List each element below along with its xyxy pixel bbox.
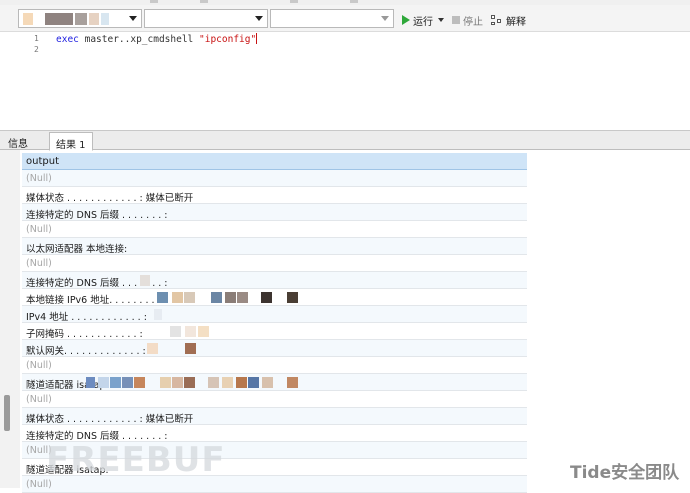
explain-label: 解释 <box>506 16 526 28</box>
redacted-block <box>208 377 219 388</box>
redacted-block <box>262 377 273 388</box>
explain-button[interactable]: 解释 <box>491 13 526 28</box>
table-row[interactable]: 连接特定的 DNS 后缀 . . . . . . . : <box>22 204 527 221</box>
table-row[interactable]: (Null) <box>22 357 527 374</box>
toolbar-separator <box>150 0 158 3</box>
redacted-block <box>110 377 121 388</box>
redacted-block <box>89 13 99 25</box>
redacted-block <box>198 326 209 337</box>
redacted-block <box>122 377 133 388</box>
scrollbar-thumb[interactable] <box>4 395 10 431</box>
table-row[interactable]: (Null) <box>22 221 527 238</box>
redacted-block <box>261 292 272 303</box>
redacted-block <box>140 275 150 286</box>
redacted-block <box>101 13 109 25</box>
redacted-block <box>185 326 196 337</box>
cell-text: 默认网关. . . . . . . . . . . . . : <box>26 346 146 357</box>
table-row[interactable]: (Null) <box>22 170 527 187</box>
table-row[interactable]: 媒体状态 . . . . . . . . . . . . : 媒体已断开 <box>22 187 527 204</box>
cell-text: 本地链接 IPv6 地址. . . . . . . . : <box>26 295 161 306</box>
code-line[interactable]: exec master..xp_cmdshell "ipconfig" <box>56 33 258 45</box>
run-button[interactable]: 运行 <box>402 13 444 28</box>
result-tabs: 信息 结果 1 <box>0 130 690 151</box>
redacted-block <box>211 292 222 303</box>
redacted-block <box>170 326 181 337</box>
table-row[interactable]: 子网掩码 . . . . . . . . . . . . : <box>22 323 527 340</box>
redacted-block <box>23 13 33 25</box>
text-cursor <box>256 33 258 44</box>
toolbar-separator <box>200 0 208 3</box>
redacted-block <box>172 377 183 388</box>
redacted-block <box>172 292 183 303</box>
schema-select[interactable] <box>270 9 394 28</box>
redacted-block <box>75 13 87 25</box>
redacted-block <box>157 292 168 303</box>
database-select[interactable] <box>144 9 268 28</box>
chevron-down-icon <box>255 16 263 21</box>
line-number: 2 <box>34 45 39 54</box>
table-row[interactable]: 默认网关. . . . . . . . . . . . . : <box>22 340 527 357</box>
redacted-block <box>236 377 247 388</box>
tab-info[interactable]: 信息 <box>2 132 34 151</box>
cell-text: 隧道适配器 isatap. <box>26 380 109 391</box>
redacted-block <box>147 343 158 354</box>
line-number: 1 <box>34 34 39 43</box>
redacted-block <box>287 377 298 388</box>
table-row[interactable]: (Null) <box>22 391 527 408</box>
watermark-freebuf: FREEBUF <box>46 440 226 480</box>
cell-text: IPv4 地址 . . . . . . . . . . . . : <box>26 312 147 323</box>
redacted-block <box>287 292 298 303</box>
redacted-block <box>98 377 109 388</box>
toolbar-separator <box>290 0 298 3</box>
table-row[interactable]: 媒体状态 . . . . . . . . . . . . : 媒体已断开 <box>22 408 527 425</box>
cell-text: 子网掩码 . . . . . . . . . . . . : <box>26 329 143 340</box>
play-icon <box>402 15 410 25</box>
explain-icon <box>491 14 503 26</box>
redacted-block <box>225 292 236 303</box>
watermark-tide: Tide安全团队 <box>570 463 680 483</box>
tab-result-1[interactable]: 结果 1 <box>49 132 93 151</box>
table-row[interactable]: IPv4 地址 . . . . . . . . . . . . : <box>22 306 527 323</box>
table-row[interactable]: 连接特定的 DNS 后缀 . . . . . . . : <box>22 272 527 289</box>
redacted-block <box>45 13 73 25</box>
table-row[interactable]: 以太网适配器 本地连接: <box>22 238 527 255</box>
redacted-block <box>86 377 95 388</box>
chevron-down-icon <box>129 16 137 21</box>
query-toolbar: 运行 停止 解释 <box>0 5 690 32</box>
code-keyword: exec <box>56 34 79 45</box>
stop-icon <box>452 16 460 24</box>
chevron-down-icon[interactable] <box>438 18 444 22</box>
chevron-down-icon <box>381 16 389 21</box>
redacted-block <box>222 377 233 388</box>
table-row[interactable]: 隧道适配器 isatap. <box>22 374 527 391</box>
redacted-block <box>134 377 145 388</box>
left-panel <box>0 150 20 488</box>
stop-button[interactable]: 停止 <box>452 13 483 28</box>
redacted-block <box>184 377 195 388</box>
code-object: master..xp_cmdshell <box>78 34 199 45</box>
column-header[interactable]: output <box>22 153 527 170</box>
code-string: "ipconfig" <box>199 34 257 45</box>
redacted-block <box>154 309 162 320</box>
table-row[interactable]: (Null) <box>22 255 527 272</box>
sql-editor[interactable]: 1 2 exec master..xp_cmdshell "ipconfig" <box>0 32 690 130</box>
redacted-block <box>185 343 196 354</box>
redacted-block <box>184 292 195 303</box>
line-gutter: 1 2 <box>0 32 44 130</box>
toolbar-separator <box>350 0 358 3</box>
redacted-block <box>237 292 248 303</box>
table-row[interactable]: 本地链接 IPv6 地址. . . . . . . . : <box>22 289 527 306</box>
connection-select[interactable] <box>18 9 142 28</box>
run-label: 运行 <box>413 16 433 28</box>
redacted-block <box>248 377 259 388</box>
stop-label: 停止 <box>463 16 483 28</box>
redacted-block <box>160 377 171 388</box>
